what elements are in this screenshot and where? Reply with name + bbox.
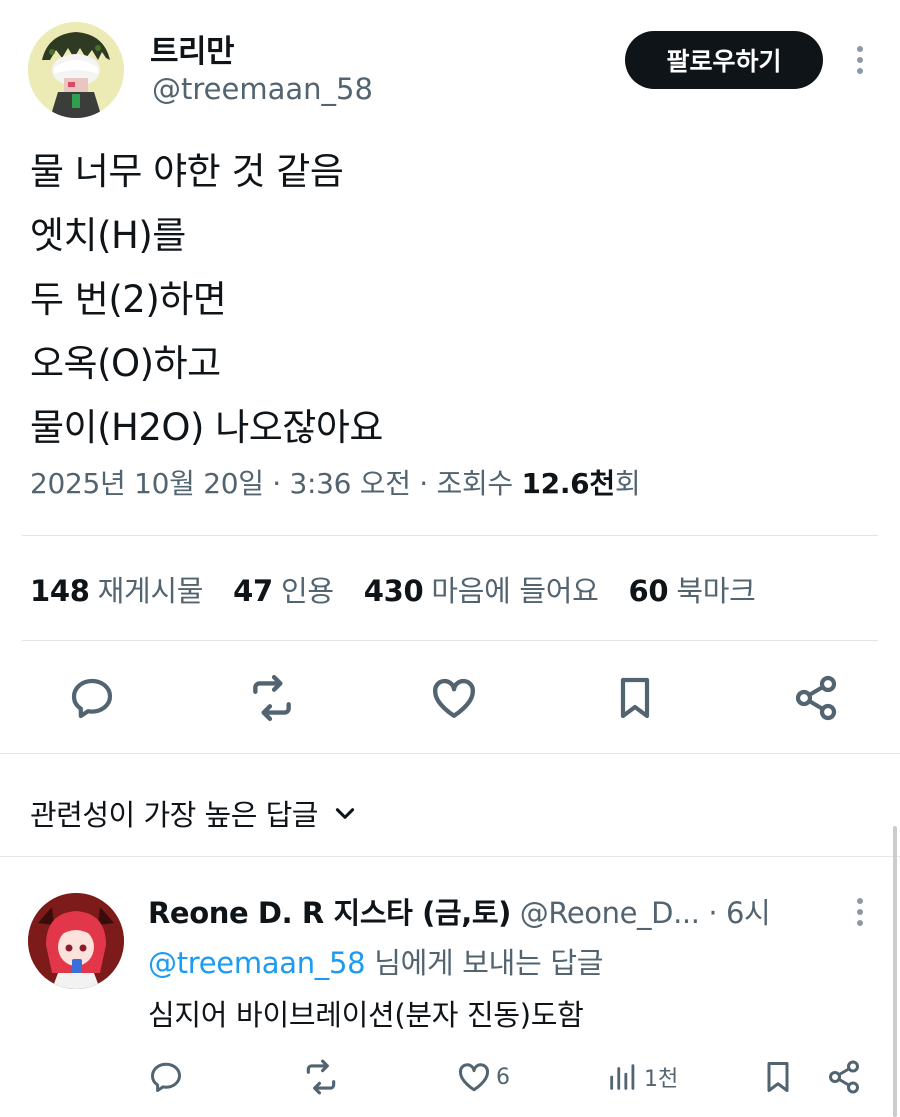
- post-line: 오옥(O)하고: [30, 342, 221, 385]
- divider: [22, 640, 878, 641]
- author-handle[interactable]: @treemaan_58: [152, 72, 373, 106]
- reply-share-button[interactable]: [826, 1058, 862, 1096]
- stat-number: 60: [628, 574, 669, 608]
- post-timestamp[interactable]: 2025년 10월 20일 · 3:36 오전 · 조회수: [30, 467, 521, 500]
- reply-icon[interactable]: [66, 672, 118, 724]
- more-options-icon[interactable]: [846, 40, 874, 80]
- view-count: 12.6천: [521, 467, 615, 500]
- divider: [0, 753, 900, 754]
- reply-icon: [151, 1062, 181, 1092]
- analytics-icon: [610, 1064, 635, 1090]
- reply-to-label: 님에게 보내는 답글: [365, 946, 604, 980]
- follow-button[interactable]: 팔로우하기: [625, 31, 823, 89]
- replies-sort-dropdown[interactable]: 관련성이 가장 높은 답글: [30, 792, 358, 834]
- reply-view-count: 1천: [644, 1067, 679, 1092]
- repost-icon[interactable]: [246, 672, 298, 724]
- reply-header: Reone D. R 지스타 (금,토) @Reone_D... · 6시: [148, 890, 771, 932]
- reply-more-options-icon[interactable]: [846, 892, 874, 932]
- replies-sort-label: 관련성이 가장 높은 답글: [30, 798, 318, 832]
- reply-to-line: @treemaan_58 님에게 보내는 답글: [148, 940, 603, 982]
- reply-avatar[interactable]: [28, 893, 124, 989]
- bookmark-icon[interactable]: [609, 672, 661, 724]
- divider: [22, 535, 878, 536]
- bookmark-icon: [767, 1062, 789, 1092]
- post-text: 물 너무 야한 것 같음 엣치(H)를 두 번(2)하면 오옥(O)하고 물이(…: [30, 140, 383, 460]
- reply-text: 심지어 바이브레이션(분자 진동)도함: [148, 998, 584, 1032]
- stat-label: 인용: [280, 574, 334, 608]
- reply-bookmark-button[interactable]: [760, 1058, 796, 1096]
- author-avatar[interactable]: [28, 22, 124, 118]
- author-display-name[interactable]: 트리만: [150, 26, 235, 71]
- like-icon: [458, 1063, 490, 1092]
- share-icon[interactable]: [790, 672, 842, 724]
- like-icon[interactable]: [428, 672, 480, 724]
- reply-time[interactable]: · 6시: [708, 896, 770, 930]
- stat-number: 47: [233, 574, 273, 608]
- avatar-anime-icon: [28, 893, 124, 989]
- repost-icon: [306, 1059, 336, 1095]
- reply-mention-link[interactable]: @treemaan_58: [148, 946, 366, 980]
- reply-like-button[interactable]: 6: [456, 1058, 510, 1096]
- stat-label: 재게시물: [97, 574, 204, 608]
- stat-label: 북마크: [676, 574, 756, 608]
- stat-reposts[interactable]: 148 재게시물: [30, 574, 233, 608]
- post-stats: 148 재게시물 47 인용 430 마음에 들어요 60 북마크: [30, 568, 785, 610]
- avatar-cartoon-icon: [28, 22, 124, 118]
- reply-handle[interactable]: @Reone_D...: [520, 896, 700, 930]
- reply-reply-button[interactable]: [148, 1058, 184, 1096]
- stat-number: 148: [30, 574, 90, 608]
- post-line: 두 번(2)하면: [30, 278, 227, 321]
- post-line: 물이(H2O) 나오잖아요: [30, 406, 383, 449]
- scrollbar[interactable]: [893, 826, 897, 1117]
- reply-repost-button[interactable]: [302, 1058, 340, 1096]
- stat-quotes[interactable]: 47 인용: [233, 574, 364, 608]
- share-icon: [829, 1060, 859, 1094]
- stat-likes[interactable]: 430 마음에 들어요: [364, 574, 629, 608]
- stat-number: 430: [363, 574, 424, 608]
- divider: [0, 856, 900, 857]
- view-count-suffix: 회: [614, 467, 641, 500]
- chevron-down-icon: [335, 808, 355, 819]
- stat-bookmarks[interactable]: 60 북마크: [629, 574, 786, 608]
- post-line: 엣치(H)를: [30, 214, 186, 257]
- reply-like-count: 6: [496, 1064, 510, 1090]
- reply-views-button[interactable]: 1천: [606, 1058, 678, 1096]
- reply-display-name[interactable]: Reone D. R 지스타 (금,토): [148, 896, 511, 930]
- stat-label: 마음에 들어요: [431, 574, 599, 608]
- post-line: 물 너무 야한 것 같음: [30, 150, 344, 193]
- post-meta: 2025년 10월 20일 · 3:36 오전 · 조회수 12.6천회: [30, 462, 641, 502]
